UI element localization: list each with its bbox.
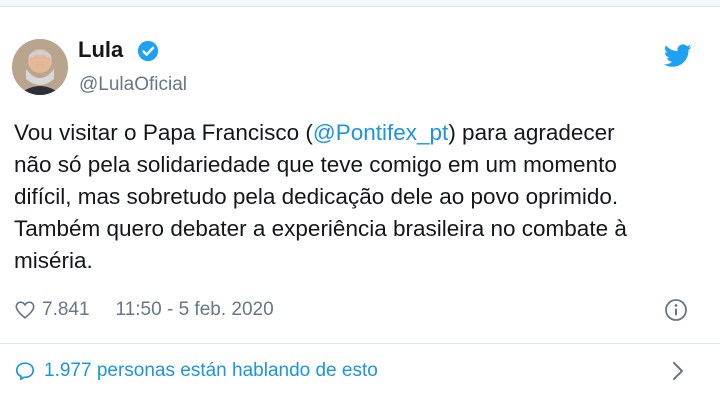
speech-bubble-icon [15, 362, 35, 381]
tweet-text-part: Vou visitar o Papa Francisco ( [14, 120, 313, 145]
heart-icon[interactable] [14, 299, 36, 321]
divider [0, 343, 720, 344]
tweet-text: Vou visitar o Papa Francisco (@Pontifex_… [14, 117, 704, 277]
conversation-label[interactable]: 1.977 personas están hablando de esto [44, 360, 378, 382]
conversation-link[interactable]: 1.977 personas están hablando de esto [14, 357, 704, 385]
tweet-card: Lula @LulaOficial Vou visitar o Papa Fra… [0, 6, 720, 406]
twitter-bird-icon[interactable] [664, 44, 692, 68]
info-icon[interactable] [664, 298, 688, 322]
like-count[interactable]: 7.841 [42, 299, 90, 321]
mention-link[interactable]: @Pontifex_pt [313, 120, 448, 145]
timestamp[interactable]: 11:50 - 5 feb. 2020 [116, 299, 274, 321]
verified-badge-icon [137, 40, 159, 62]
display-name[interactable]: Lula [78, 37, 123, 63]
chevron-right-icon[interactable] [670, 359, 686, 383]
tweet-meta: 7.841 11:50 - 5 feb. 2020 [14, 296, 274, 324]
avatar[interactable] [12, 39, 68, 95]
user-handle[interactable]: @LulaOficial [79, 74, 187, 96]
